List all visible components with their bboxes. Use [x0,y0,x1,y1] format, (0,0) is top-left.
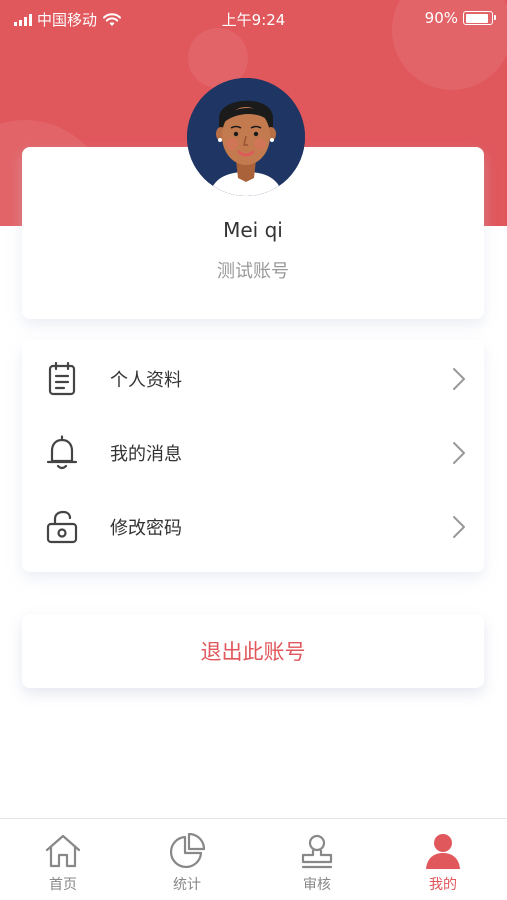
menu-item-label: 我的消息 [110,444,182,465]
clipboard-icon [44,359,80,399]
bell-icon [44,433,80,473]
user-name: Mei qi [223,218,283,242]
menu-item-label: 修改密码 [110,518,182,539]
tab-home[interactable]: 首页 [0,819,126,900]
tab-bar: 首页 统计 审核 我的 [0,818,507,900]
tab-label: 我的 [429,877,457,893]
menu-card: 个人资料 我的消息 修改密码 [22,340,484,572]
account-type: 测试账号 [217,261,289,282]
avatar[interactable] [187,78,305,196]
tab-label: 统计 [173,877,201,893]
status-bar: 中国移动 上午9:24 90% [0,0,507,36]
stamp-icon [297,831,337,871]
tab-label: 审核 [303,877,331,893]
menu-item-label: 个人资料 [110,370,182,391]
logout-button[interactable]: 退出此账号 [22,614,484,688]
menu-item-messages[interactable]: 我的消息 [22,418,484,488]
chevron-right-icon [453,516,465,538]
user-icon [423,831,463,871]
home-icon [43,831,83,871]
pie-chart-icon [167,831,207,871]
chevron-right-icon [453,442,465,464]
battery-percent: 90% [424,9,458,27]
menu-item-profile[interactable]: 个人资料 [22,344,484,414]
tab-label: 首页 [49,877,77,893]
chevron-right-icon [453,368,465,390]
avatar-illustration [187,78,305,196]
battery-icon [463,11,496,25]
tab-statistics[interactable]: 统计 [124,819,250,900]
tab-mine[interactable]: 我的 [380,819,506,900]
status-bar-right: 90% [424,9,496,27]
menu-item-change-password[interactable]: 修改密码 [22,492,484,562]
tab-review[interactable]: 审核 [254,819,380,900]
unlock-icon [44,507,80,547]
